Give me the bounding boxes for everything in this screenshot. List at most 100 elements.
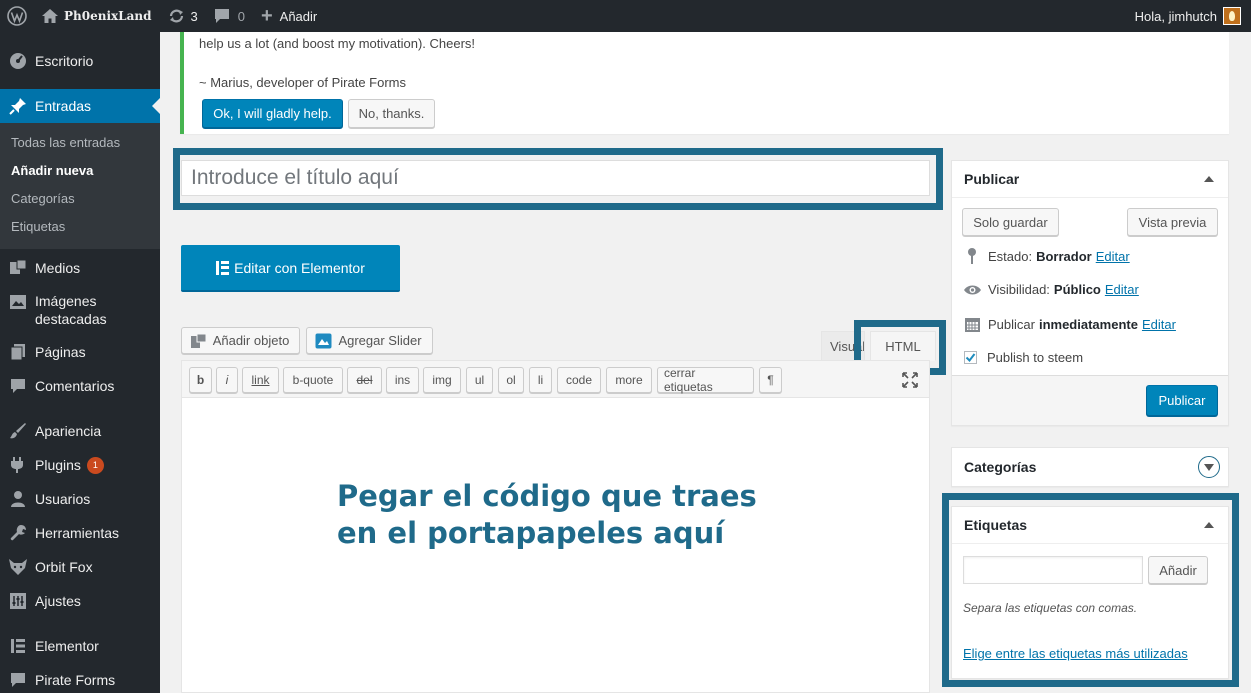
schedule-value: inmediatamente	[1038, 317, 1138, 332]
plugin-review-notice: help us a lot (and boost my motivation).…	[180, 32, 1229, 134]
dashboard-icon	[8, 51, 28, 71]
collapse-arrow-icon[interactable]	[1204, 522, 1214, 528]
preview-button[interactable]: Vista previa	[1127, 208, 1218, 236]
users-icon	[8, 489, 28, 509]
sidebar-item-label: Usuarios	[35, 491, 91, 507]
site-name-link[interactable]: Ph0enixLand	[34, 0, 160, 32]
sidebar-item-comentarios[interactable]: Comentarios	[0, 369, 160, 403]
elementor-button-label: Editar con Elementor	[234, 259, 365, 276]
qt-ul-button[interactable]: ul	[466, 367, 493, 393]
publish-box-header[interactable]: Publicar	[952, 161, 1228, 198]
publish-button[interactable]: Publicar	[1146, 385, 1218, 416]
sidebar-item-entradas[interactable]: Entradas	[0, 89, 160, 123]
sidebar-item-ajustes[interactable]: Ajustes	[0, 584, 160, 618]
publish-to-steem-row: Publish to steem	[962, 350, 1083, 365]
pin-marker-icon	[962, 248, 982, 264]
qt-blockquote-button[interactable]: b-quote	[283, 367, 343, 393]
sidebar-item-label: Elementor	[35, 638, 99, 654]
edit-with-elementor-button[interactable]: Editar con Elementor	[181, 245, 400, 292]
save-draft-button[interactable]: Solo guardar	[962, 208, 1059, 236]
add-media-button[interactable]: Añadir objeto	[181, 327, 300, 354]
sidebar-item-label: Comentarios	[35, 378, 115, 394]
choose-popular-tags-link[interactable]: Elige entre las etiquetas más utilizadas	[963, 646, 1188, 661]
annotation-text: Pegar el código que traes en el portapap…	[337, 478, 757, 552]
comment-bubble-icon	[214, 8, 230, 24]
post-title-input[interactable]: Introduce el título aquí	[181, 160, 930, 196]
media-icon	[190, 333, 207, 349]
sidebar-item-medios[interactable]: Medios	[0, 251, 160, 285]
edit-visibility-link[interactable]: Editar	[1105, 282, 1139, 297]
wordpress-logo-icon[interactable]	[0, 0, 34, 32]
submenu-item-all-posts[interactable]: Todas las entradas	[0, 129, 160, 157]
sidebar-item-label: Imágenes destacadas	[35, 293, 107, 327]
new-content-label: Añadir	[279, 8, 318, 24]
avatar	[1223, 7, 1241, 25]
plus-icon: +	[260, 5, 273, 27]
fullscreen-icon[interactable]	[901, 371, 919, 389]
qt-del-button[interactable]: del	[347, 367, 382, 393]
calendar-icon	[962, 316, 982, 333]
publish-to-steem-label: Publish to steem	[987, 350, 1084, 365]
comments-icon	[8, 376, 28, 396]
comments-link[interactable]: 0	[206, 0, 253, 32]
sidebar-item-imagenes-destacadas[interactable]: Imágenes destacadas	[0, 285, 160, 335]
qt-more-button[interactable]: more	[606, 367, 652, 393]
publish-to-steem-checkbox[interactable]	[964, 351, 977, 364]
edit-schedule-link[interactable]: Editar	[1142, 317, 1176, 332]
expand-circle-icon[interactable]	[1198, 456, 1220, 478]
notice-accept-button[interactable]: Ok, I will gladly help.	[202, 99, 343, 128]
sidebar-item-escritorio[interactable]: Escritorio	[0, 44, 160, 78]
sidebar-item-orbit-fox[interactable]: Orbit Fox	[0, 550, 160, 584]
notice-decline-button[interactable]: No, thanks.	[348, 99, 435, 128]
qt-bold-button[interactable]: b	[189, 367, 212, 393]
media-icon	[8, 258, 28, 278]
qt-ins-button[interactable]: ins	[386, 367, 419, 393]
qt-ol-button[interactable]: ol	[498, 367, 524, 393]
submenu-item-tags[interactable]: Etiquetas	[0, 213, 160, 241]
edit-status-link[interactable]: Editar	[1096, 249, 1130, 264]
qt-li-button[interactable]: li	[529, 367, 552, 393]
sidebar-item-elementor[interactable]: Elementor	[0, 629, 160, 663]
submenu-item-add-new[interactable]: Añadir nueva	[0, 157, 160, 185]
site-name: Ph0enixLand	[64, 9, 152, 23]
sidebar-item-pirate-forms[interactable]: Pirate Forms	[0, 663, 160, 693]
qt-italic-button[interactable]: i	[216, 367, 238, 393]
qt-close-tags-button[interactable]: cerrar etiquetas	[657, 366, 754, 394]
qt-paragraph-button[interactable]: ¶	[759, 367, 782, 393]
brush-icon	[8, 421, 28, 441]
categories-box: Categorías	[951, 447, 1229, 487]
updates-link[interactable]: 3	[160, 0, 206, 32]
settings-icon	[8, 591, 28, 611]
qt-img-button[interactable]: img	[423, 367, 461, 393]
updates-icon	[168, 8, 185, 24]
categories-box-header[interactable]: Categorías	[952, 448, 1228, 486]
sidebar-item-plugins[interactable]: Plugins 1	[0, 448, 160, 482]
submenu-item-categories[interactable]: Categorías	[0, 185, 160, 213]
sidebar-item-usuarios[interactable]: Usuarios	[0, 482, 160, 516]
user-account-menu[interactable]: Hola, jimhutch	[1127, 0, 1251, 32]
comments-count: 0	[237, 8, 245, 24]
sidebar-item-paginas[interactable]: Páginas	[0, 335, 160, 369]
tags-box-header[interactable]: Etiquetas	[952, 507, 1228, 544]
elementor-icon	[216, 260, 230, 275]
sidebar-item-apariencia[interactable]: Apariencia	[0, 414, 160, 448]
add-tag-button[interactable]: Añadir	[1148, 556, 1208, 584]
tools-icon	[8, 523, 28, 543]
sidebar-item-herramientas[interactable]: Herramientas	[0, 516, 160, 550]
sidebar-item-label: Herramientas	[35, 525, 120, 541]
qt-code-button[interactable]: code	[557, 367, 601, 393]
new-tag-input[interactable]	[963, 556, 1143, 584]
collapse-arrow-icon[interactable]	[1204, 176, 1214, 182]
add-slider-button[interactable]: Agregar Slider	[306, 327, 433, 354]
add-slider-label: Agregar Slider	[338, 333, 422, 348]
pirate-icon	[8, 670, 28, 690]
sidebar-item-label: Medios	[35, 260, 81, 276]
images-icon	[8, 292, 28, 312]
qt-link-button[interactable]: link	[242, 367, 279, 393]
new-content-link[interactable]: + Añadir	[253, 0, 325, 32]
plugins-update-badge: 1	[86, 456, 104, 474]
categories-box-title: Categorías	[964, 459, 1037, 475]
sidebar-item-label: Ajustes	[35, 593, 81, 609]
visibility-label: Visibilidad:	[988, 282, 1050, 297]
sidebar-item-label: Pirate Forms	[35, 672, 116, 688]
